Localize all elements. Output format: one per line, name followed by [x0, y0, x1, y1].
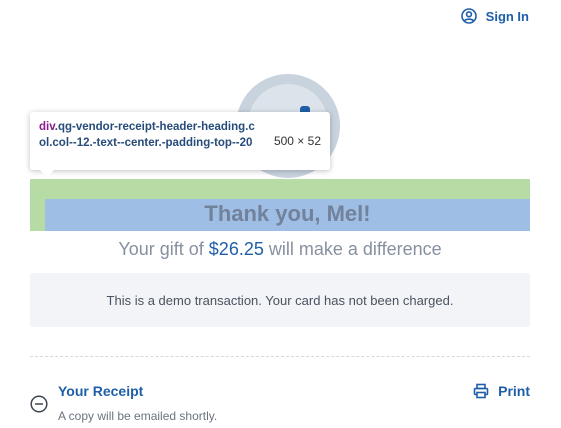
demo-transaction-notice: This is a demo transaction. Your card ha…	[30, 273, 530, 327]
print-button[interactable]: Print	[473, 383, 530, 399]
tooltip-classes: .qg-vendor-receipt-header-heading.col.co…	[39, 121, 255, 149]
gift-summary: Your gift of $26.25 will make a differen…	[30, 239, 530, 260]
sign-in-label: Sign In	[485, 8, 529, 24]
printer-icon	[473, 383, 489, 399]
tooltip-dimensions: 500 × 52	[273, 134, 321, 148]
gift-suffix: will make a difference	[263, 239, 442, 259]
user-circle-icon	[460, 8, 477, 24]
gift-prefix: Your gift of	[118, 239, 209, 259]
demo-notice-text: This is a demo transaction. Your card ha…	[106, 292, 454, 308]
thank-you-heading: Thank you, Mel!	[204, 201, 371, 226]
section-divider	[30, 356, 530, 357]
sign-in-link[interactable]: Sign In	[460, 8, 529, 24]
your-receipt-heading[interactable]: Your Receipt	[58, 383, 143, 399]
minus-circle-icon[interactable]	[30, 395, 48, 413]
print-label: Print	[498, 383, 530, 399]
gift-amount: $26.25	[208, 239, 264, 259]
tooltip-selector: div.qg-vendor-receipt-header-heading.col…	[39, 119, 261, 151]
receipt-email-note: A copy will be emailed shortly.	[58, 409, 218, 423]
devtools-element-tooltip: div.qg-vendor-receipt-header-heading.col…	[30, 112, 330, 177]
tooltip-tag: div	[39, 121, 55, 133]
